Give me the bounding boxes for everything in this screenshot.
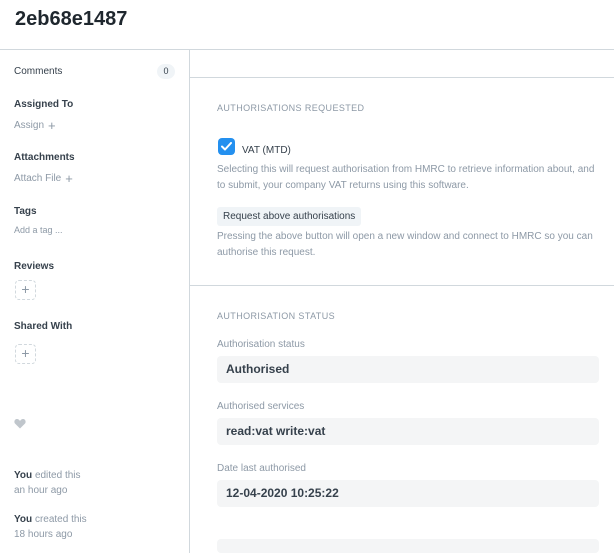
authorisation-status-value: Authorised: [217, 356, 599, 383]
comments-label[interactable]: Comments: [14, 66, 62, 77]
authorised-services-value: read:vat write:vat: [217, 418, 599, 445]
tags-heading: Tags: [14, 206, 37, 217]
shared-with-heading: Shared With: [14, 321, 73, 332]
page-title: 2eb68e1487: [15, 8, 128, 30]
plus-icon: +: [48, 117, 56, 133]
add-tag-input[interactable]: Add a tag ...: [14, 225, 63, 235]
authorisations-requested-heading: AUTHORISATIONS REQUESTED: [217, 103, 365, 113]
add-review-button[interactable]: +: [15, 280, 36, 300]
date-last-authorised-label: Date last authorised: [217, 463, 306, 474]
request-note: Pressing the above button will open a ne…: [217, 231, 593, 258]
plus-icon: +: [65, 170, 73, 186]
activity-user: You: [14, 470, 33, 481]
request-authorisations-button[interactable]: Request above authorisations: [217, 207, 362, 226]
activity-time: 18 hours ago: [14, 529, 73, 540]
section-divider: [190, 77, 614, 78]
activity-user: You: [14, 514, 33, 525]
activity-created: You created this 18 hours ago: [14, 512, 87, 542]
section-divider: [190, 285, 614, 286]
activity-edited: You edited this an hour ago: [14, 468, 81, 498]
attach-file-link[interactable]: Attach File +: [14, 170, 73, 186]
activity-time: an hour ago: [14, 485, 68, 496]
authorised-services-label: Authorised services: [217, 401, 305, 412]
sidebar-divider: [189, 50, 190, 553]
assign-label: Assign: [14, 120, 45, 131]
checkmark-icon: [221, 142, 232, 151]
reviews-heading: Reviews: [14, 261, 55, 272]
vat-description: Selecting this will request authorisatio…: [217, 164, 595, 191]
authorisation-status-heading: AUTHORISATION STATUS: [217, 311, 336, 321]
date-last-authorised-value: 12-04-2020 10:25:22: [217, 480, 599, 507]
activity-action: created this: [34, 514, 87, 525]
vat-mtd-checkbox[interactable]: [218, 138, 235, 155]
authorisation-status-label: Authorisation status: [217, 339, 305, 350]
add-share-button[interactable]: +: [15, 344, 36, 364]
assign-link[interactable]: Assign +: [14, 117, 56, 133]
comments-count-badge: 0: [157, 64, 175, 79]
activity-action: edited this: [34, 470, 81, 481]
next-field-value: [217, 539, 599, 553]
attachments-heading: Attachments: [14, 152, 75, 163]
vat-mtd-label: VAT (MTD): [242, 145, 291, 156]
like-heart-icon[interactable]: [14, 418, 26, 429]
attach-file-label: Attach File: [14, 173, 62, 184]
assigned-to-heading: Assigned To: [14, 99, 74, 110]
